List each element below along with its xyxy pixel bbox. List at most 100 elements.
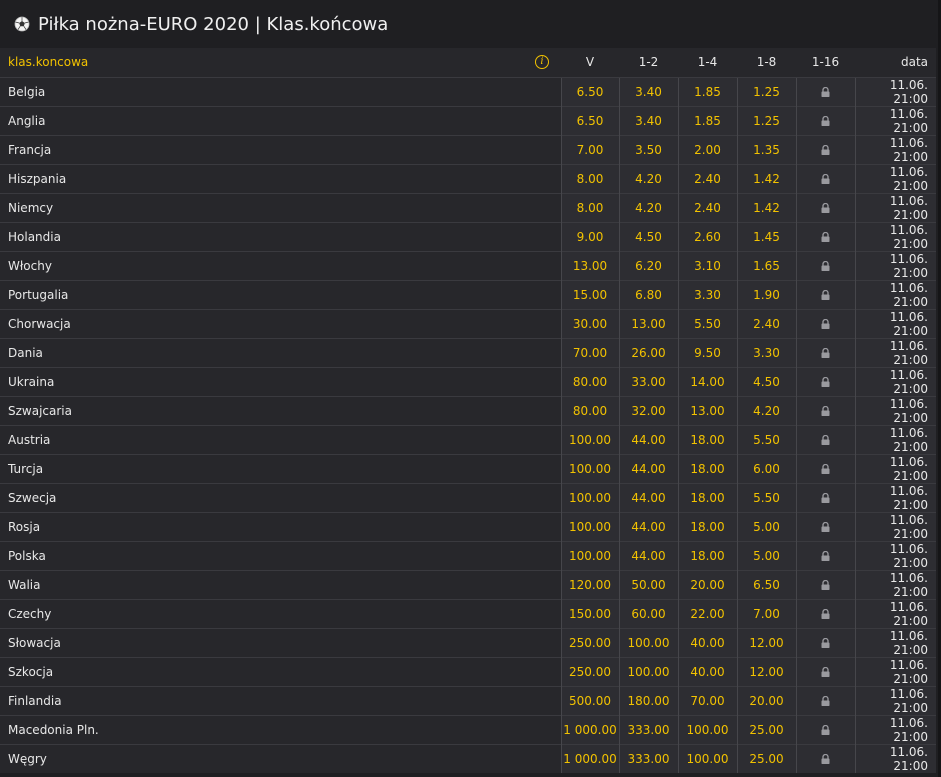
odd-cell-v[interactable]: 100.00 — [560, 424, 619, 454]
table-row: Walia 120.00 50.00 20.00 6.50 11.06. 21:00 — [0, 569, 936, 599]
odd-cell-1-4[interactable]: 5.50 — [677, 308, 737, 338]
odd-cell-1-4[interactable]: 3.30 — [677, 279, 737, 309]
odd-cell-v[interactable]: 1 000.00 — [560, 743, 619, 773]
odd-cell-1-4[interactable]: 100.00 — [677, 714, 737, 744]
odd-cell-1-8[interactable]: 1.45 — [736, 221, 796, 251]
odd-cell-1-4[interactable]: 70.00 — [677, 685, 737, 715]
odd-cell-v[interactable]: 7.00 — [560, 134, 619, 164]
odd-cell-1-8[interactable]: 5.50 — [736, 424, 796, 454]
odd-cell-1-4[interactable]: 18.00 — [677, 540, 737, 570]
odd-cell-1-2[interactable]: 50.00 — [618, 569, 678, 599]
odd-cell-1-4[interactable]: 40.00 — [677, 656, 737, 686]
odd-cell-1-2[interactable]: 3.40 — [618, 105, 678, 135]
odd-cell-v[interactable]: 6.50 — [560, 76, 619, 106]
odd-cell-1-2[interactable]: 44.00 — [618, 511, 678, 541]
odd-cell-1-2[interactable]: 32.00 — [618, 395, 678, 425]
odd-cell-1-4[interactable]: 2.40 — [677, 192, 737, 222]
odd-cell-1-4[interactable]: 13.00 — [677, 395, 737, 425]
odd-cell-1-8[interactable]: 4.20 — [736, 395, 796, 425]
odd-cell-1-2[interactable]: 6.80 — [618, 279, 678, 309]
odd-cell-1-2[interactable]: 3.50 — [618, 134, 678, 164]
odd-cell-v[interactable]: 8.00 — [560, 192, 619, 222]
odd-cell-1-2[interactable]: 180.00 — [618, 685, 678, 715]
odd-cell-1-8[interactable]: 1.42 — [736, 163, 796, 193]
odd-cell-v[interactable]: 30.00 — [560, 308, 619, 338]
odd-cell-1-4[interactable]: 40.00 — [677, 627, 737, 657]
odd-cell-1-8[interactable]: 5.00 — [736, 511, 796, 541]
odd-cell-1-8[interactable]: 12.00 — [736, 627, 796, 657]
odd-cell-1-8[interactable]: 6.50 — [736, 569, 796, 599]
odd-cell-1-2[interactable]: 100.00 — [618, 656, 678, 686]
odd-cell-1-8[interactable]: 20.00 — [736, 685, 796, 715]
odd-cell-1-4[interactable]: 2.00 — [677, 134, 737, 164]
odd-cell-1-4[interactable]: 22.00 — [677, 598, 737, 628]
odd-cell-v[interactable]: 6.50 — [560, 105, 619, 135]
odd-cell-1-8[interactable]: 25.00 — [736, 714, 796, 744]
odd-cell-1-2[interactable]: 333.00 — [618, 714, 678, 744]
odd-cell-v[interactable]: 250.00 — [560, 627, 619, 657]
odd-cell-1-8[interactable]: 1.65 — [736, 250, 796, 280]
odd-cell-1-2[interactable]: 33.00 — [618, 366, 678, 396]
odd-cell-1-4[interactable]: 18.00 — [677, 511, 737, 541]
odd-cell-1-8[interactable]: 6.00 — [736, 453, 796, 483]
odd-cell-1-2[interactable]: 13.00 — [618, 308, 678, 338]
odd-cell-1-2[interactable]: 6.20 — [618, 250, 678, 280]
odd-cell-v[interactable]: 100.00 — [560, 453, 619, 483]
odd-cell-1-4[interactable]: 3.10 — [677, 250, 737, 280]
odd-cell-v[interactable]: 1 000.00 — [560, 714, 619, 744]
odd-cell-1-8[interactable]: 4.50 — [736, 366, 796, 396]
odd-cell-1-8[interactable]: 7.00 — [736, 598, 796, 628]
odd-cell-v[interactable]: 13.00 — [560, 250, 619, 280]
odd-cell-v[interactable]: 100.00 — [560, 511, 619, 541]
odd-cell-v[interactable]: 80.00 — [560, 395, 619, 425]
odd-cell-1-4[interactable]: 2.40 — [677, 163, 737, 193]
info-icon[interactable]: i — [535, 55, 549, 69]
odd-cell-1-8[interactable]: 1.35 — [736, 134, 796, 164]
odd-cell-1-8[interactable]: 3.30 — [736, 337, 796, 367]
odd-cell-v[interactable]: 80.00 — [560, 366, 619, 396]
odd-cell-1-8[interactable]: 25.00 — [736, 743, 796, 773]
odd-cell-1-8[interactable]: 1.42 — [736, 192, 796, 222]
odd-cell-1-2[interactable]: 4.20 — [618, 163, 678, 193]
odd-cell-1-4[interactable]: 100.00 — [677, 743, 737, 773]
odd-cell-1-8[interactable]: 2.40 — [736, 308, 796, 338]
column-header-name[interactable]: klas.koncowa i — [0, 48, 561, 77]
odd-cell-v[interactable]: 8.00 — [560, 163, 619, 193]
odd-cell-1-2[interactable]: 44.00 — [618, 453, 678, 483]
odd-cell-1-2[interactable]: 44.00 — [618, 540, 678, 570]
odd-cell-v[interactable]: 500.00 — [560, 685, 619, 715]
odd-cell-1-8[interactable]: 12.00 — [736, 656, 796, 686]
odd-cell-1-2[interactable]: 44.00 — [618, 424, 678, 454]
odd-cell-1-2[interactable]: 44.00 — [618, 482, 678, 512]
odd-cell-v[interactable]: 250.00 — [560, 656, 619, 686]
odd-cell-1-8[interactable]: 5.50 — [736, 482, 796, 512]
odd-cell-1-4[interactable]: 1.85 — [677, 76, 737, 106]
odd-cell-1-4[interactable]: 1.85 — [677, 105, 737, 135]
odd-cell-v[interactable]: 15.00 — [560, 279, 619, 309]
odd-cell-1-2[interactable]: 3.40 — [618, 76, 678, 106]
odd-cell-1-4[interactable]: 18.00 — [677, 424, 737, 454]
odd-cell-1-2[interactable]: 100.00 — [618, 627, 678, 657]
odd-cell-1-4[interactable]: 18.00 — [677, 482, 737, 512]
odd-cell-1-2[interactable]: 4.50 — [618, 221, 678, 251]
odd-cell-1-4[interactable]: 18.00 — [677, 453, 737, 483]
odd-cell-1-4[interactable]: 20.00 — [677, 569, 737, 599]
odd-cell-v[interactable]: 100.00 — [560, 482, 619, 512]
odd-cell-1-2[interactable]: 4.20 — [618, 192, 678, 222]
odd-cell-1-2[interactable]: 26.00 — [618, 337, 678, 367]
odd-cell-v[interactable]: 9.00 — [560, 221, 619, 251]
odd-cell-1-4[interactable]: 9.50 — [677, 337, 737, 367]
odd-cell-v[interactable]: 100.00 — [560, 540, 619, 570]
odd-cell-1-8[interactable]: 1.90 — [736, 279, 796, 309]
odd-cell-v[interactable]: 70.00 — [560, 337, 619, 367]
odd-cell-1-8[interactable]: 1.25 — [736, 105, 796, 135]
odd-cell-v[interactable]: 120.00 — [560, 569, 619, 599]
odd-cell-v[interactable]: 150.00 — [560, 598, 619, 628]
odd-cell-1-2[interactable]: 333.00 — [618, 743, 678, 773]
lock-icon — [821, 522, 830, 532]
odd-cell-1-8[interactable]: 5.00 — [736, 540, 796, 570]
odd-cell-1-4[interactable]: 14.00 — [677, 366, 737, 396]
odd-cell-1-2[interactable]: 60.00 — [618, 598, 678, 628]
odd-cell-1-4[interactable]: 2.60 — [677, 221, 737, 251]
odd-cell-1-8[interactable]: 1.25 — [736, 76, 796, 106]
